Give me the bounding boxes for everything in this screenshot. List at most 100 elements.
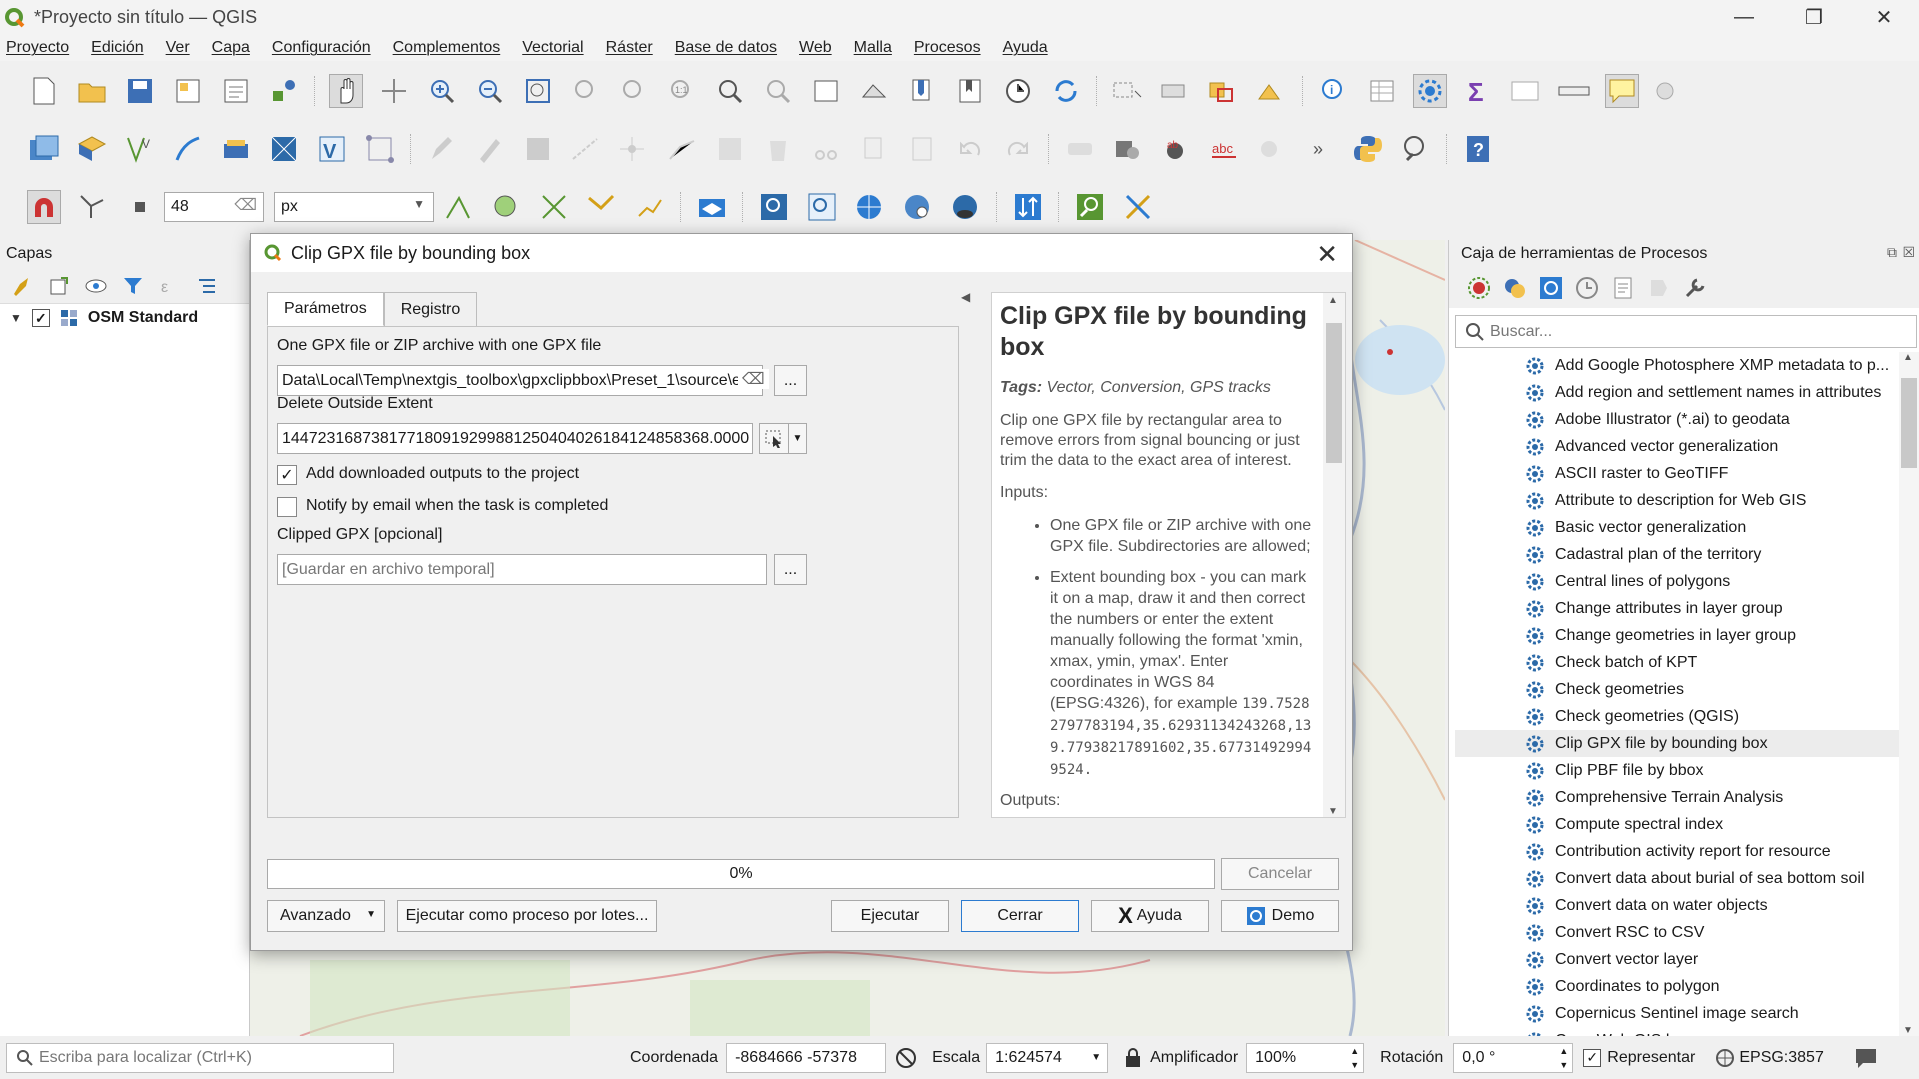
spin-arrows-icon[interactable]: ▲ ▼ bbox=[1350, 1044, 1359, 1072]
layout-manager-icon[interactable] bbox=[219, 74, 253, 108]
attribute-table-icon[interactable] bbox=[1365, 74, 1399, 108]
toggle-editing-icon[interactable] bbox=[425, 132, 459, 166]
expand-all-icon[interactable] bbox=[195, 274, 219, 298]
snapping-type-icon[interactable] bbox=[123, 190, 157, 224]
restore-button[interactable]: ❐ bbox=[1779, 0, 1849, 35]
python-console-icon[interactable] bbox=[1351, 132, 1385, 166]
snapping-layers-icon[interactable] bbox=[75, 190, 109, 224]
algorithm-item[interactable]: Clip PBF file by bbox bbox=[1455, 757, 1907, 784]
tracing-icon[interactable] bbox=[633, 190, 667, 224]
add-mesh-layer-icon[interactable] bbox=[363, 132, 397, 166]
zoom-next-icon[interactable] bbox=[761, 74, 795, 108]
cut-features-icon[interactable] bbox=[809, 132, 843, 166]
notify-email-checkbox[interactable] bbox=[277, 497, 297, 517]
style-layer-icon[interactable] bbox=[10, 274, 34, 298]
open-project-icon[interactable] bbox=[75, 74, 109, 108]
menu-vectorial[interactable]: Vectorial bbox=[522, 39, 583, 57]
algorithm-item[interactable]: Coordinates to polygon bbox=[1455, 973, 1907, 1000]
metasearch-icon[interactable] bbox=[757, 190, 791, 224]
algorithm-item[interactable]: Contribution activity report for resourc… bbox=[1455, 838, 1907, 865]
new-shapefile-layer-icon[interactable]: V bbox=[123, 132, 157, 166]
menu-capa[interactable]: Capa bbox=[212, 39, 250, 57]
menu-ayuda[interactable]: Ayuda bbox=[1003, 39, 1048, 57]
cancel-button[interactable]: Cancelar bbox=[1221, 858, 1339, 890]
filter-legend-icon[interactable] bbox=[121, 274, 145, 298]
history-icon[interactable] bbox=[1575, 276, 1599, 300]
tab-parametros[interactable]: Parámetros bbox=[267, 292, 384, 326]
show-bookmarks-icon[interactable] bbox=[953, 74, 987, 108]
new-print-layout-icon[interactable] bbox=[171, 74, 205, 108]
manage-visibility-icon[interactable] bbox=[84, 274, 108, 298]
close-button[interactable]: Cerrar bbox=[961, 900, 1079, 932]
algorithm-item[interactable]: Check geometries (QGIS) bbox=[1455, 703, 1907, 730]
edit-features-in-place-icon[interactable] bbox=[1647, 276, 1671, 300]
zoom-out-icon[interactable] bbox=[473, 74, 507, 108]
new-temporary-layer-icon[interactable] bbox=[219, 132, 253, 166]
browse-input-button[interactable]: ... bbox=[774, 365, 807, 396]
algorithm-item[interactable]: Convert vector layer bbox=[1455, 946, 1907, 973]
new-bookmark-icon[interactable] bbox=[905, 74, 939, 108]
new-project-icon[interactable] bbox=[27, 74, 61, 108]
web-search-icon[interactable] bbox=[901, 190, 935, 224]
toggle-extents-icon[interactable] bbox=[894, 1046, 918, 1070]
coordinate-field[interactable]: -8684666 -57378 bbox=[726, 1042, 887, 1073]
toolbox-settings-icon[interactable] bbox=[1539, 276, 1563, 300]
collapse-chevron-icon[interactable]: ▼ bbox=[10, 311, 22, 325]
map-tips-icon[interactable] bbox=[1605, 74, 1639, 108]
demo-button[interactable]: Demo bbox=[1221, 900, 1339, 932]
scroll-down-icon[interactable]: ▼ bbox=[1903, 1025, 1913, 1036]
select-by-location-icon[interactable] bbox=[1255, 74, 1289, 108]
layer-styling-icon[interactable] bbox=[695, 190, 729, 224]
open-table-icon[interactable] bbox=[1509, 74, 1543, 108]
plugin-tool-icon[interactable] bbox=[1121, 190, 1155, 224]
messages-icon[interactable] bbox=[1854, 1047, 1878, 1069]
self-snapping-icon[interactable] bbox=[585, 190, 619, 224]
magnifier-spinbox[interactable]: 100% ▲ ▼ bbox=[1246, 1042, 1365, 1073]
menu-malla[interactable]: Malla bbox=[854, 39, 892, 57]
zoom-to-layer-icon[interactable] bbox=[617, 74, 651, 108]
locator-input[interactable]: Escriba para localizar (Ctrl+K) bbox=[6, 1042, 394, 1073]
extent-cursor-button[interactable] bbox=[759, 423, 789, 454]
statistical-summary-icon[interactable]: Σ bbox=[1461, 74, 1495, 108]
close-window-button[interactable]: ✕ bbox=[1849, 0, 1919, 35]
zoom-full-icon[interactable] bbox=[521, 74, 555, 108]
save-project-icon[interactable] bbox=[123, 74, 157, 108]
collapse-help-icon[interactable]: ◀ bbox=[961, 290, 970, 304]
refresh-icon[interactable] bbox=[1049, 74, 1083, 108]
zoom-native-icon[interactable]: 1:1 bbox=[665, 74, 699, 108]
algorithm-item[interactable]: Basic vector generalization bbox=[1455, 514, 1907, 541]
add-outputs-checkbox[interactable]: ✓ bbox=[277, 465, 297, 485]
algorithm-item[interactable]: Check geometries bbox=[1455, 676, 1907, 703]
new-spatialite-layer-icon[interactable] bbox=[171, 132, 205, 166]
settings-overflow-icon[interactable] bbox=[1653, 74, 1687, 108]
algorithm-item[interactable]: Convert RSC to CSV bbox=[1455, 919, 1907, 946]
algorithm-item[interactable]: Add Google Photosphere XMP metadata to p… bbox=[1455, 352, 1907, 379]
close-dialog-icon[interactable]: ✕ bbox=[1316, 239, 1338, 270]
filter-expression-icon[interactable]: ε bbox=[158, 274, 182, 298]
toolbox-scrollbar[interactable]: ▲ ▼ bbox=[1899, 352, 1919, 1036]
add-group-icon[interactable] bbox=[47, 274, 71, 298]
extent-menu-button[interactable]: ▼ bbox=[789, 423, 807, 454]
zoom-last-icon[interactable] bbox=[713, 74, 747, 108]
highlight-labels-icon[interactable]: ab bbox=[1159, 132, 1193, 166]
modify-attributes-icon[interactable] bbox=[665, 132, 699, 166]
close-panel-icon[interactable]: ☒ bbox=[1902, 244, 1915, 261]
float-panel-icon[interactable]: ⧉ bbox=[1887, 244, 1897, 261]
scrollbar-thumb[interactable] bbox=[1901, 378, 1917, 468]
render-checkbox[interactable]: ✓ bbox=[1583, 1048, 1602, 1067]
menu-complementos[interactable]: Complementos bbox=[393, 39, 501, 57]
vertex-tool-icon[interactable] bbox=[617, 132, 651, 166]
zoom-to-selection-icon[interactable] bbox=[569, 74, 603, 108]
algorithm-item[interactable]: Central lines of polygons bbox=[1455, 568, 1907, 595]
algorithm-item[interactable]: Copernicus Sentinel image search bbox=[1455, 1000, 1907, 1027]
clear-input-icon[interactable]: ⌫ bbox=[738, 369, 769, 389]
layer-row-osm-standard[interactable]: ▼ ✓ OSM Standard bbox=[0, 304, 249, 332]
options-wrench-icon[interactable] bbox=[1683, 276, 1707, 300]
results-viewer-icon[interactable] bbox=[1611, 276, 1635, 300]
crs-button[interactable]: EPSG:3857 bbox=[1739, 1049, 1824, 1067]
new-geopackage-layer-icon[interactable] bbox=[75, 132, 109, 166]
style-manager-icon[interactable] bbox=[267, 74, 301, 108]
locator-search-icon[interactable] bbox=[1399, 132, 1433, 166]
models-icon[interactable] bbox=[1467, 276, 1491, 300]
algorithm-item[interactable]: Change attributes in layer group bbox=[1455, 595, 1907, 622]
